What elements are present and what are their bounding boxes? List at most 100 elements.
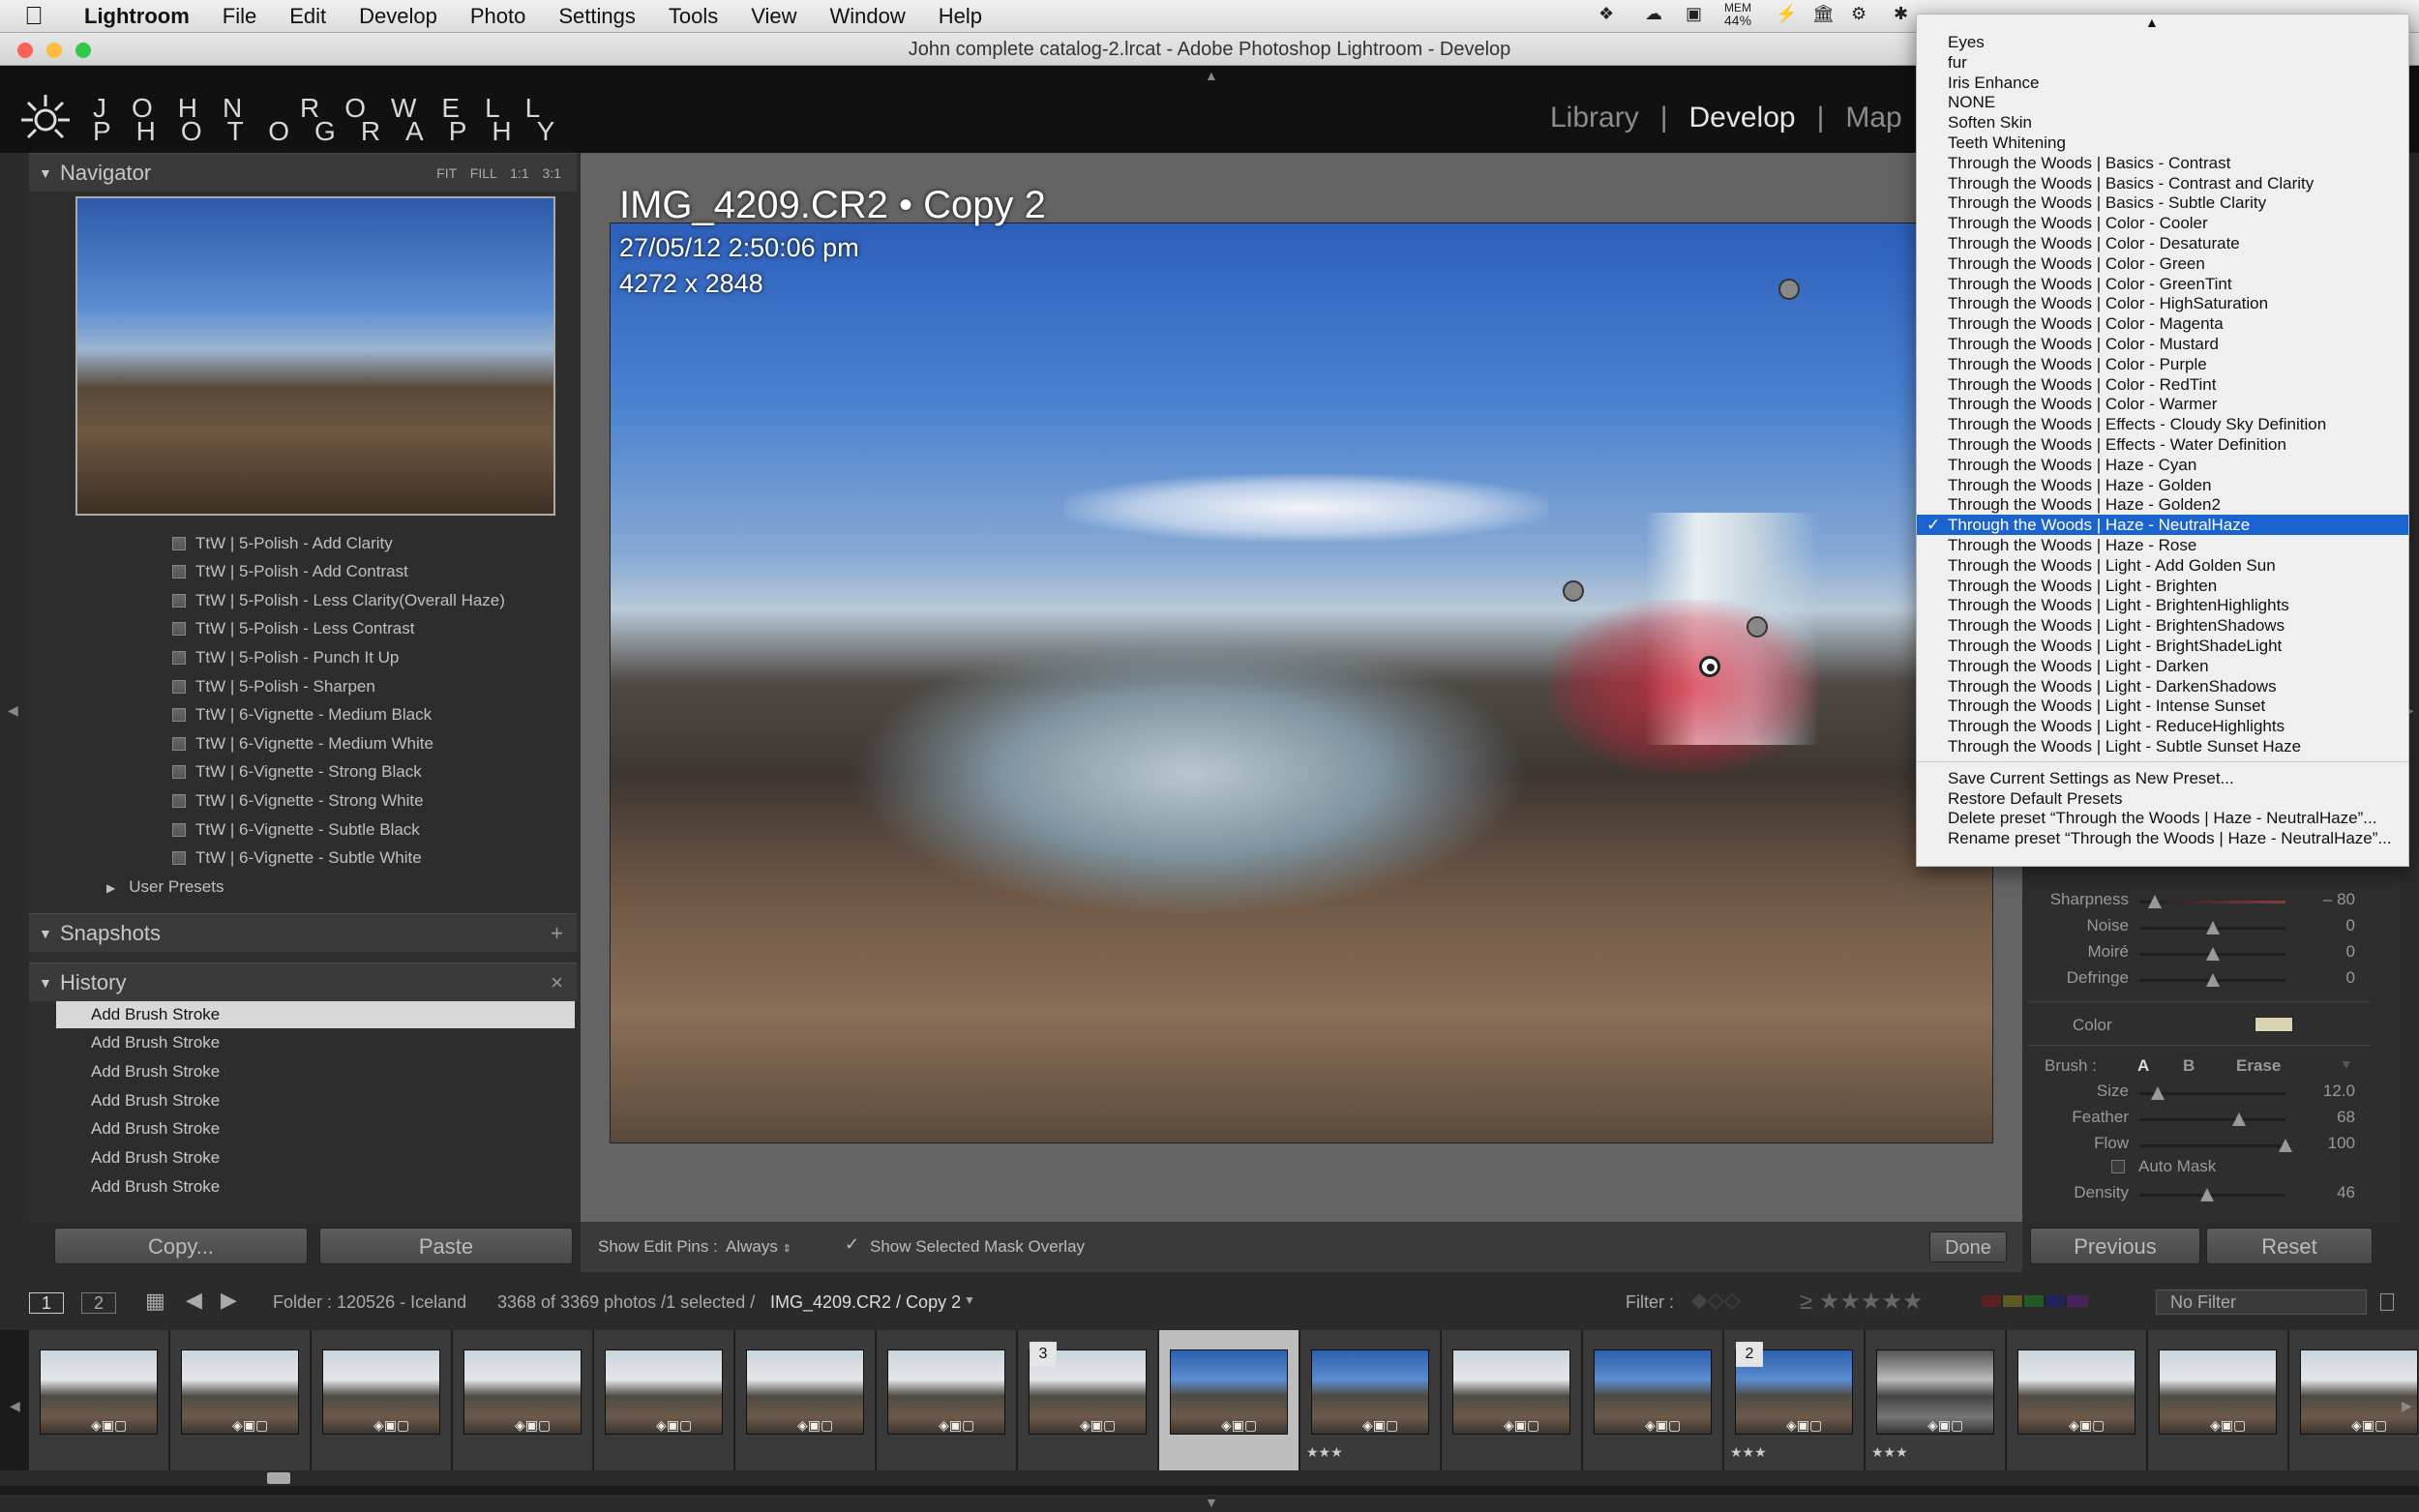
moire-slider[interactable]: Moiré 0 xyxy=(2032,942,2361,967)
filmstrip-cell[interactable]: ◈▣▢ xyxy=(453,1330,593,1470)
filmstrip-cell[interactable]: ◈▣▢ ★★★ xyxy=(1866,1330,2006,1470)
brush-collapse-icon[interactable]: ▼ xyxy=(2340,1056,2353,1072)
slider-track[interactable] xyxy=(2140,1112,2285,1126)
filmstrip-cell[interactable]: ◈▣▢ xyxy=(312,1330,452,1470)
slider-value[interactable]: 46 xyxy=(2297,1183,2355,1202)
filmstrip-cell[interactable]: ◈▣▢ xyxy=(29,1330,169,1470)
dropdown-preset-item[interactable]: Through the Woods | Light - Add Golden S… xyxy=(1917,555,2408,576)
top-panel-toggle-icon[interactable]: ▲ xyxy=(1205,68,1218,83)
slider-knob[interactable] xyxy=(2232,1112,2246,1126)
history-item[interactable]: Add Brush Stroke xyxy=(56,1173,575,1201)
filmstrip-cell[interactable]: ◈▣▢ xyxy=(1159,1330,1299,1470)
menu-edit[interactable]: Edit xyxy=(273,4,343,29)
bank-icon[interactable]: 🏛 xyxy=(1812,4,1835,24)
dropdown-preset-item[interactable]: Through the Woods | Effects - Water Defi… xyxy=(1917,434,2408,455)
dropdown-preset-item[interactable]: Through the Woods | Color - Warmer xyxy=(1917,394,2408,414)
brush-b-tab[interactable]: B xyxy=(2183,1056,2195,1076)
dropdown-preset-item[interactable]: Through the Woods | Light - Brighten xyxy=(1917,576,2408,596)
menu-settings[interactable]: Settings xyxy=(542,4,652,29)
dropdown-preset-item[interactable]: Through the Woods | Haze - Cyan xyxy=(1917,455,2408,475)
filmstrip-cell[interactable]: ◈▣▢ xyxy=(2007,1330,2147,1470)
slider-knob[interactable] xyxy=(2148,895,2162,908)
dropdown-preset-item[interactable]: Through the Woods | Light - BrightShadeL… xyxy=(1917,636,2408,656)
previous-button[interactable]: Previous xyxy=(2030,1228,2200,1264)
dropdown-preset-item[interactable]: Through the Woods | Light - ReduceHighli… xyxy=(1917,716,2408,736)
creative-cloud-icon[interactable]: ☁ xyxy=(1645,4,1662,24)
dropdown-preset-item[interactable]: Through the Woods | Color - Green xyxy=(1917,253,2408,274)
dropdown-preset-item[interactable]: Through the Woods | Light - Darken xyxy=(1917,656,2408,676)
dropbox-icon[interactable]: ❖ xyxy=(1598,4,1614,24)
slider-knob[interactable] xyxy=(2206,973,2220,987)
brush-erase-tab[interactable]: Erase xyxy=(2236,1056,2281,1076)
slider-track[interactable] xyxy=(2140,895,2285,908)
filmstrip-cell[interactable]: ◈▣▢ 3 xyxy=(1018,1330,1158,1470)
current-file[interactable]: IMG_4209.CR2 / Copy 2 xyxy=(770,1292,961,1313)
brush-feather-slider[interactable]: Feather 68 xyxy=(2032,1108,2361,1133)
menu-tools[interactable]: Tools xyxy=(652,4,734,29)
user-presets-folder[interactable]: ▶ User Presets xyxy=(106,874,224,901)
scroll-up-arrow-icon[interactable]: ▲ xyxy=(2145,15,2159,30)
dropdown-preset-item[interactable]: Eyes xyxy=(1917,32,2408,52)
slider-value[interactable]: 0 xyxy=(2297,916,2355,935)
dropdown-preset-item[interactable]: Through the Woods | Basics - Contrast xyxy=(1917,153,2408,173)
slider-track[interactable] xyxy=(2140,921,2285,934)
minimize-window-button[interactable] xyxy=(46,43,62,58)
slider-value[interactable]: 12.0 xyxy=(2297,1082,2355,1101)
dropdown-preset-item[interactable]: fur xyxy=(1917,52,2408,73)
slider-knob[interactable] xyxy=(2206,921,2220,934)
filter-lock-icon[interactable] xyxy=(2380,1293,2394,1311)
preset-item[interactable]: TtW | 5-Polish - Less Contrast xyxy=(172,615,414,642)
edit-pin-selected[interactable] xyxy=(1699,656,1720,677)
dropdown-preset-item[interactable]: Through the Woods | Color - Purple xyxy=(1917,354,2408,374)
filmstrip-cell[interactable]: ◈▣▢ xyxy=(1583,1330,1723,1470)
filmstrip-scroll-right-icon[interactable]: ▶ xyxy=(2402,1398,2412,1414)
dropdown-preset-item[interactable]: Soften Skin xyxy=(1917,112,2408,133)
slider-value[interactable]: 0 xyxy=(2297,942,2355,962)
folder-label[interactable]: Folder : 120526 - Iceland xyxy=(273,1292,466,1313)
dropdown-preset-item[interactable]: Through the Woods | Light - Subtle Sunse… xyxy=(1917,736,2408,756)
bolt-icon[interactable]: ⚡ xyxy=(1776,4,1797,24)
slider-knob[interactable] xyxy=(2279,1139,2292,1152)
slider-value[interactable]: 100 xyxy=(2297,1134,2355,1153)
dropdown-preset-item[interactable]: Through the Woods | Color - GreenTint xyxy=(1917,274,2408,294)
history-header[interactable]: ▼ History × xyxy=(29,963,577,1001)
filmstrip-cell[interactable]: ◈▣▢ ★★★ xyxy=(1300,1330,1441,1470)
preset-item[interactable]: TtW | 6-Vignette - Subtle Black xyxy=(172,816,420,844)
preset-item[interactable]: TtW | 6-Vignette - Medium White xyxy=(172,730,433,757)
history-item[interactable]: Add Brush Stroke xyxy=(56,1087,575,1114)
display-icon[interactable]: ▣ xyxy=(1686,4,1702,24)
slider-value[interactable]: – 80 xyxy=(2297,890,2355,909)
filmstrip-cell[interactable]: ◈▣▢ xyxy=(2289,1330,2419,1470)
menu-file[interactable]: File xyxy=(206,4,273,29)
rating-filter-icon[interactable]: ≥ ★★★★★ xyxy=(1800,1288,1923,1316)
navigator-preview[interactable] xyxy=(75,196,555,516)
filmstrip-cell[interactable]: ◈▣▢ xyxy=(735,1330,876,1470)
dropdown-preset-item[interactable]: Through the Woods | Haze - Golden xyxy=(1917,475,2408,495)
dropdown-preset-item[interactable]: Teeth Whitening xyxy=(1917,133,2408,153)
dropdown-preset-item[interactable]: Through the Woods | Light - DarkenShadow… xyxy=(1917,676,2408,697)
auto-mask-checkbox[interactable] xyxy=(2111,1160,2125,1173)
gear-icon[interactable]: ⚙ xyxy=(1851,4,1867,24)
noise-slider[interactable]: Noise 0 xyxy=(2032,916,2361,941)
history-item[interactable]: Add Brush Stroke xyxy=(56,1058,575,1085)
filmstrip-cell[interactable]: ◈▣▢ xyxy=(877,1330,1017,1470)
dropdown-preset-item[interactable]: Through the Woods | Light - BrightenShad… xyxy=(1917,615,2408,636)
preset-item[interactable]: TtW | 5-Polish - Sharpen xyxy=(172,673,375,700)
dropdown-preset-item[interactable]: Through the Woods | Color - Desaturate xyxy=(1917,233,2408,253)
dropdown-preset-item[interactable]: Through the Woods | Color - Cooler xyxy=(1917,213,2408,233)
slider-knob[interactable] xyxy=(2206,947,2220,961)
back-arrow-icon[interactable]: ◀ xyxy=(186,1288,202,1313)
left-panel-toggle-icon[interactable]: ◀ xyxy=(8,702,18,719)
dropdown-preset-item[interactable]: NONE xyxy=(1917,92,2408,112)
dropdown-action-item[interactable]: Save Current Settings as New Preset... xyxy=(1917,768,2408,788)
defringe-slider[interactable]: Defringe 0 xyxy=(2032,968,2361,993)
navigator-header[interactable]: ▼ Navigator FIT FILL 1:1 3:1 xyxy=(29,153,577,192)
dropdown-preset-item[interactable]: Through the Woods | Color - RedTint xyxy=(1917,374,2408,395)
dropdown-preset-item[interactable]: Iris Enhance xyxy=(1917,73,2408,93)
dropdown-preset-item[interactable]: Through the Woods | Light - BrightenHigh… xyxy=(1917,595,2408,615)
scrollbar-thumb[interactable] xyxy=(267,1472,290,1484)
menu-window[interactable]: Window xyxy=(814,4,922,29)
brush-size-slider[interactable]: Size 12.0 xyxy=(2032,1082,2361,1107)
filmstrip-scroll-left-icon[interactable]: ◀ xyxy=(10,1398,20,1414)
preset-item[interactable]: TtW | 5-Polish - Less Clarity(Overall Ha… xyxy=(172,587,505,614)
